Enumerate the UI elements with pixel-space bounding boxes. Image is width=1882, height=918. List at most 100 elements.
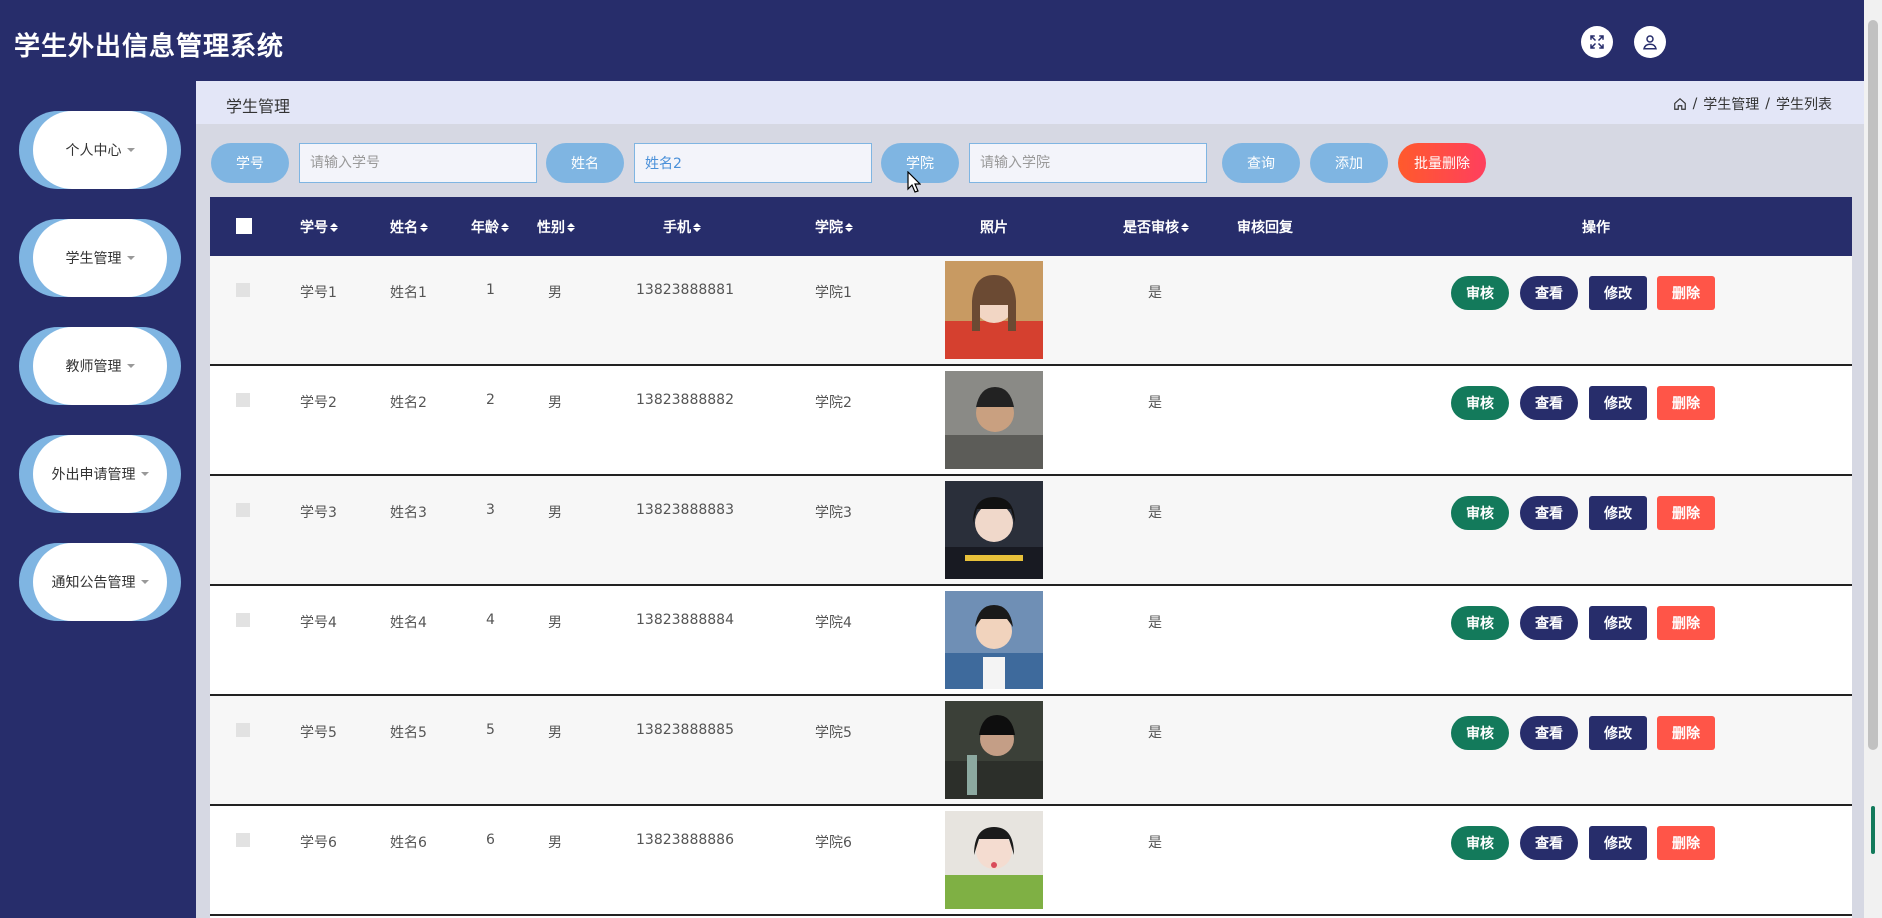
column-header-audited[interactable]: 是否审核 xyxy=(1123,217,1181,237)
row-checkbox[interactable] xyxy=(236,833,250,847)
sidebar-item-notices[interactable]: 通知公告管理 xyxy=(19,543,181,621)
edit-button[interactable]: 修改 xyxy=(1589,386,1647,420)
view-button[interactable]: 查看 xyxy=(1520,276,1578,310)
delete-button[interactable]: 删除 xyxy=(1657,386,1715,420)
row-checkbox[interactable] xyxy=(236,503,250,517)
delete-button[interactable]: 删除 xyxy=(1657,716,1715,750)
row-checkbox[interactable] xyxy=(236,393,250,407)
page-title: 学生管理 xyxy=(226,97,291,116)
cell-gender: 男 xyxy=(548,725,562,741)
column-header-reply: 审核回复 xyxy=(1237,220,1293,236)
sidebar-item-outing[interactable]: 外出申请管理 xyxy=(19,435,181,513)
cell-audited: 是 xyxy=(1148,395,1162,411)
cell-age: 4 xyxy=(486,612,495,628)
edit-button[interactable]: 修改 xyxy=(1589,716,1647,750)
student-photo[interactable] xyxy=(945,481,1043,579)
student-photo[interactable] xyxy=(945,701,1043,799)
cell-name: 姓名2 xyxy=(390,395,427,411)
row-checkbox[interactable] xyxy=(236,613,250,627)
batch-delete-button[interactable]: 批量删除 xyxy=(1398,143,1486,183)
cell-xuehao: 学号5 xyxy=(300,725,337,741)
query-button[interactable]: 查询 xyxy=(1222,143,1300,183)
audit-button[interactable]: 审核 xyxy=(1451,276,1509,310)
view-button[interactable]: 查看 xyxy=(1520,496,1578,530)
view-button[interactable]: 查看 xyxy=(1520,826,1578,860)
sidebar: 个人中心 学生管理 教师管理 外出申请管理 通知公告管理 xyxy=(0,81,196,918)
audit-button[interactable]: 审核 xyxy=(1451,826,1509,860)
cell-name: 姓名1 xyxy=(390,285,427,301)
user-button[interactable] xyxy=(1634,26,1666,58)
scrollbar-thumb[interactable] xyxy=(1868,20,1878,750)
fullscreen-button[interactable] xyxy=(1581,26,1613,58)
edit-button[interactable]: 修改 xyxy=(1589,496,1647,530)
column-header-gender[interactable]: 性别 xyxy=(537,217,567,237)
column-header-age[interactable]: 年龄 xyxy=(471,217,501,237)
view-button[interactable]: 查看 xyxy=(1520,716,1578,750)
cell-phone: 13823888882 xyxy=(636,392,734,408)
cell-name: 姓名3 xyxy=(390,505,427,521)
table-row: 学号3 姓名3 3 男 13823888883 学院3 是 审核 查看 修改 删… xyxy=(210,476,1852,586)
sidebar-item-students[interactable]: 学生管理 xyxy=(19,219,181,297)
college-input[interactable] xyxy=(969,143,1207,183)
row-checkbox[interactable] xyxy=(236,283,250,297)
user-icon xyxy=(1643,35,1657,50)
cell-audited: 是 xyxy=(1148,725,1162,741)
sidebar-item-label: 通知公告管理 xyxy=(51,575,136,591)
column-header-phone[interactable]: 手机 xyxy=(663,217,693,237)
select-all-checkbox[interactable] xyxy=(236,218,252,234)
column-header-college[interactable]: 学院 xyxy=(815,217,845,237)
name-input[interactable] xyxy=(634,143,872,183)
edit-button[interactable]: 修改 xyxy=(1589,276,1647,310)
cell-phone: 13823888881 xyxy=(636,282,734,298)
student-table: 学号 姓名 年龄 性别 手机 学院 照片 是否审核 审核回复 操作 学号1 姓名… xyxy=(210,197,1852,918)
add-button[interactable]: 添加 xyxy=(1310,143,1388,183)
sidebar-item-profile[interactable]: 个人中心 xyxy=(19,111,181,189)
cell-xuehao: 学号3 xyxy=(300,505,337,521)
audit-button[interactable]: 审核 xyxy=(1451,716,1509,750)
row-checkbox[interactable] xyxy=(236,723,250,737)
cell-gender: 男 xyxy=(548,395,562,411)
cell-phone: 13823888884 xyxy=(636,612,734,628)
column-header-name[interactable]: 姓名 xyxy=(390,217,420,237)
cell-gender: 男 xyxy=(548,835,562,851)
cell-age: 6 xyxy=(486,832,495,848)
delete-button[interactable]: 删除 xyxy=(1657,496,1715,530)
view-button[interactable]: 查看 xyxy=(1520,386,1578,420)
student-photo[interactable] xyxy=(945,261,1043,359)
breadcrumb-separator: / xyxy=(1765,96,1770,112)
audit-button[interactable]: 审核 xyxy=(1451,386,1509,420)
column-header-xuehao[interactable]: 学号 xyxy=(300,217,330,237)
cell-phone: 13823888883 xyxy=(636,502,734,518)
cell-college: 学院2 xyxy=(815,395,852,411)
student-photo[interactable] xyxy=(945,371,1043,469)
expand-icon xyxy=(1590,35,1604,49)
vertical-scrollbar[interactable] xyxy=(1864,0,1882,918)
cell-audited: 是 xyxy=(1148,835,1162,851)
xuehao-input[interactable] xyxy=(299,143,537,183)
delete-button[interactable]: 删除 xyxy=(1657,606,1715,640)
breadcrumb-item[interactable]: 学生管理 xyxy=(1703,94,1759,114)
student-photo[interactable] xyxy=(945,591,1043,689)
delete-button[interactable]: 删除 xyxy=(1657,826,1715,860)
audit-button[interactable]: 审核 xyxy=(1451,606,1509,640)
cell-phone: 13823888885 xyxy=(636,722,734,738)
home-icon[interactable] xyxy=(1673,97,1687,111)
audit-button[interactable]: 审核 xyxy=(1451,496,1509,530)
breadcrumb-separator: / xyxy=(1692,96,1698,112)
cell-audited: 是 xyxy=(1148,285,1162,301)
edit-button[interactable]: 修改 xyxy=(1589,826,1647,860)
caret-down-icon xyxy=(126,256,135,260)
student-photo[interactable] xyxy=(945,811,1043,909)
cell-college: 学院4 xyxy=(815,615,852,631)
cell-gender: 男 xyxy=(548,615,562,631)
cell-age: 3 xyxy=(486,502,495,518)
name-label: 姓名 xyxy=(546,143,624,183)
sidebar-item-teachers[interactable]: 教师管理 xyxy=(19,327,181,405)
cell-audited: 是 xyxy=(1148,505,1162,521)
edit-button[interactable]: 修改 xyxy=(1589,606,1647,640)
cell-gender: 男 xyxy=(548,285,562,301)
cell-college: 学院1 xyxy=(815,285,852,301)
delete-button[interactable]: 删除 xyxy=(1657,276,1715,310)
view-button[interactable]: 查看 xyxy=(1520,606,1578,640)
sidebar-item-label: 外出申请管理 xyxy=(51,467,136,483)
